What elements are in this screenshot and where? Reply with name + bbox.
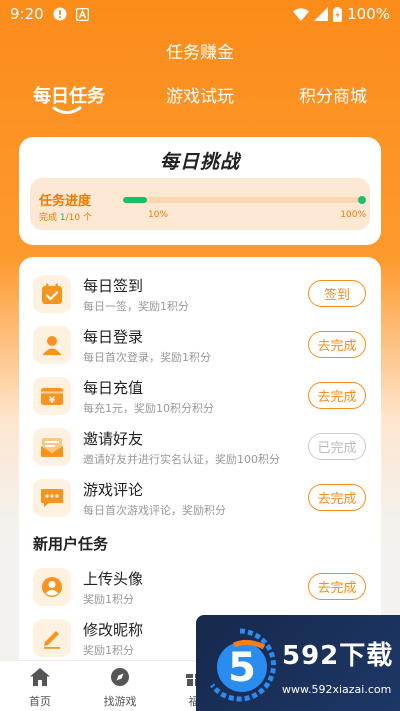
wifi-icon xyxy=(293,7,310,21)
progress-label: 任务进度 xyxy=(39,194,92,209)
calendar-check-icon xyxy=(33,275,71,313)
pencil-icon xyxy=(33,619,71,657)
go-complete-button[interactable]: 去完成 xyxy=(308,573,366,600)
progress-tick-min: 10% xyxy=(148,210,169,220)
task-row-daily-checkin: 每日签到 每日一签，奖励1积分 签到 xyxy=(19,269,381,320)
nav-item-find-games[interactable]: 找游戏 xyxy=(90,667,150,709)
progress-count-prefix: 完成 xyxy=(39,213,60,223)
envelope-icon xyxy=(33,428,71,466)
task-row-daily-login: 每日登录 每日首次登录，奖励1积分 去完成 xyxy=(19,320,381,371)
progress-bar xyxy=(123,196,366,204)
tab-daily-tasks[interactable]: 每日任务 xyxy=(33,82,105,108)
task-description: 每日首次登录，奖励1积分 xyxy=(83,351,211,364)
progress-end-marker xyxy=(358,196,366,204)
tab-game-trial[interactable]: 游戏试玩 xyxy=(166,82,234,107)
svg-text:¥: ¥ xyxy=(49,396,56,406)
status-bar: 9:20 100% xyxy=(0,0,400,28)
task-title: 邀请好友 xyxy=(83,430,144,448)
wallet-yen-icon: ¥ xyxy=(33,377,71,415)
watermark-url: www.592xiazai.com xyxy=(282,683,392,696)
progress-fill xyxy=(123,197,148,203)
task-description: 每日一签，奖励1积分 xyxy=(83,300,189,313)
avatar-circle-icon xyxy=(33,568,71,606)
task-row-daily-recharge: ¥ 每日充值 每充1元，奖励10积分积分 去完成 xyxy=(19,371,381,422)
battery-icon xyxy=(333,6,343,22)
task-description: 每日首次游戏评论，奖励积分 xyxy=(83,504,226,517)
task-progress-box: 任务进度 完成 1/10 个 10% 100% xyxy=(30,178,370,230)
progress-tick-max: 100% xyxy=(340,210,366,220)
page-title: 任务赚金 xyxy=(166,43,234,63)
checkin-button[interactable]: 签到 xyxy=(308,280,366,307)
task-title: 每日签到 xyxy=(83,277,144,295)
task-description: 每充1元，奖励10积分积分 xyxy=(83,402,214,415)
watermark-logo: 5 xyxy=(209,628,276,702)
progress-count: 完成 1/10 个 xyxy=(39,210,92,223)
task-title: 每日充值 xyxy=(83,379,144,397)
battery-level: 100% xyxy=(347,5,390,23)
nav-label: 首页 xyxy=(29,695,51,708)
task-row-game-review: 游戏评论 每日首次游戏评论，奖励积分 去完成 xyxy=(19,473,381,524)
tab-bar: 每日任务 游戏试玩 积分商城 xyxy=(0,82,400,122)
home-icon xyxy=(30,668,50,686)
task-title: 每日登录 xyxy=(83,328,144,346)
nav-label: 找游戏 xyxy=(103,695,137,708)
app-notification-icon xyxy=(75,7,89,21)
tab-points-mall[interactable]: 积分商城 xyxy=(299,82,367,107)
task-title: 游戏评论 xyxy=(83,481,144,499)
go-complete-button[interactable]: 去完成 xyxy=(308,331,366,358)
completed-button[interactable]: 已完成 xyxy=(308,433,366,460)
task-list-card: 每日签到 每日一签，奖励1积分 签到 每日登录 每日首次登录，奖励1积分 去完成… xyxy=(19,257,381,677)
user-icon xyxy=(33,326,71,364)
task-description: 奖励1积分 xyxy=(83,593,134,606)
task-title: 修改昵称 xyxy=(83,621,144,639)
challenge-title: 每日挑战 xyxy=(159,151,240,173)
watermark-name: 592下载 xyxy=(282,641,394,671)
task-description: 奖励1积分 xyxy=(83,644,134,657)
comment-icon xyxy=(33,479,71,517)
daily-challenge-card: 每日挑战 任务进度 完成 1/10 个 10% 100% xyxy=(19,137,381,245)
watermark-logo-text: 5 xyxy=(228,645,256,691)
active-tab-indicator xyxy=(52,106,82,114)
progress-count-suffix: /10 个 xyxy=(65,213,92,223)
new-user-tasks-heading: 新用户任务 xyxy=(33,535,109,553)
task-row-invite-friends: 邀请好友 邀请好友并进行实名认证，奖励100积分 已完成 xyxy=(19,422,381,473)
task-title: 上传头像 xyxy=(83,570,144,588)
alert-icon xyxy=(53,7,67,21)
nav-item-home[interactable]: 首页 xyxy=(10,667,70,709)
signal-icon xyxy=(314,7,329,21)
compass-icon xyxy=(111,668,129,686)
watermark-592xiazai: 5 592下载 www.592xiazai.com xyxy=(196,615,400,711)
task-description: 邀请好友并进行实名认证，奖励100积分 xyxy=(83,453,280,466)
go-complete-button[interactable]: 去完成 xyxy=(308,382,366,409)
go-complete-button[interactable]: 去完成 xyxy=(308,484,366,511)
status-time: 9:20 xyxy=(10,5,44,23)
task-row-upload-avatar: 上传头像 奖励1积分 去完成 xyxy=(19,562,381,613)
